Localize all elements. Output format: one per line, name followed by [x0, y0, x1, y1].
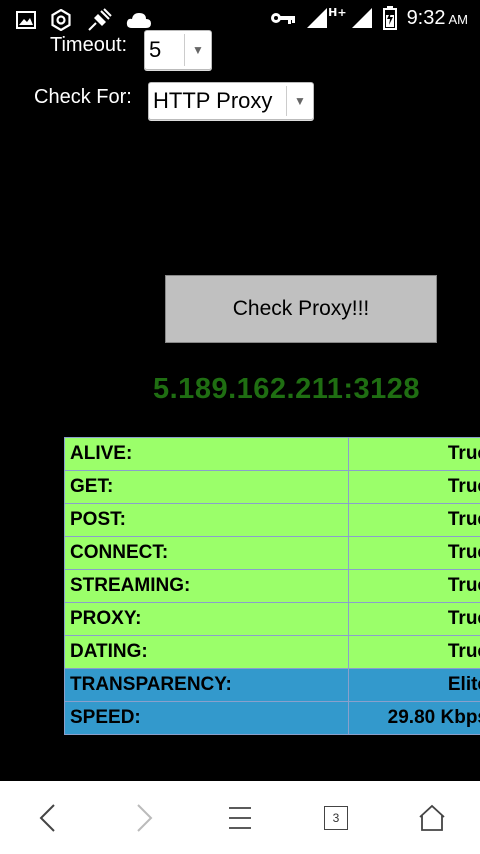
result-value: Elite [348, 668, 480, 702]
check-for-select[interactable]: HTTP Proxy ▼ [148, 82, 314, 120]
tabs-button[interactable]: 3 [306, 788, 366, 848]
check-for-label: Check For: [34, 86, 132, 108]
status-bar-left [16, 8, 152, 32]
image-icon [16, 11, 36, 29]
browser-nav-bar: 3 [0, 781, 480, 854]
result-key: GET: [64, 470, 349, 504]
signal-icon-2 [351, 8, 372, 28]
tab-count: 3 [332, 810, 340, 825]
result-row: POST:True [64, 503, 480, 537]
status-bar: H+ 9:32 AM [0, 0, 480, 38]
forward-button[interactable] [114, 788, 174, 848]
proxy-address: 5.189.162.211:3128 [153, 373, 421, 405]
result-value: True [348, 503, 480, 537]
menu-button[interactable] [210, 788, 270, 848]
result-key: ALIVE: [64, 437, 349, 471]
timeout-value: 5 [149, 37, 162, 62]
back-button[interactable] [18, 788, 78, 848]
result-row: CONNECT:True [64, 536, 480, 570]
clock-ampm: AM [448, 11, 469, 27]
clock-time: 9:32 [406, 6, 446, 29]
back-icon [39, 803, 55, 832]
key-icon [271, 13, 296, 24]
cloud-icon [126, 13, 151, 28]
settings-circle-icon [51, 9, 71, 31]
result-row: SPEED: 29.80 Kbps [64, 701, 480, 735]
result-key: PROXY: [64, 602, 349, 636]
result-value: True [348, 536, 480, 570]
forward-icon [137, 803, 153, 832]
result-row: ALIVE:True [64, 437, 480, 471]
result-key: CONNECT: [64, 536, 349, 570]
menu-icon [229, 806, 251, 829]
satellite-icon [88, 8, 112, 31]
result-key: DATING: [64, 635, 349, 669]
result-value: True [348, 602, 480, 636]
result-value: True [348, 437, 480, 471]
battery-icon [382, 6, 397, 30]
result-row: DATING:True [64, 635, 480, 669]
timeout-label: Timeout: [50, 34, 128, 56]
result-value: True [348, 635, 480, 669]
result-key: TRANSPARENCY: [64, 668, 349, 702]
result-key: POST: [64, 503, 349, 537]
result-value: True [348, 470, 480, 504]
result-key: STREAMING: [64, 569, 349, 603]
check-for-value: HTTP Proxy [153, 88, 273, 113]
clock: 9:32 AM [407, 7, 468, 30]
result-row: GET:True [64, 470, 480, 504]
home-icon [419, 804, 445, 831]
result-row: STREAMING:True [64, 569, 480, 603]
check-proxy-button[interactable]: Check Proxy!!! [165, 275, 437, 343]
network-type-icon: H+ [328, 5, 347, 19]
timeout-select[interactable]: 5 ▼ [144, 30, 212, 70]
chevron-down-icon: ▼ [184, 34, 211, 66]
tabs-icon: 3 [324, 805, 348, 830]
status-bar-right: H+ 9:32 AM [270, 6, 468, 30]
result-value: True [348, 569, 480, 603]
results-table: ALIVE:TrueGET:TruePOST:TrueCONNECT:TrueS… [64, 437, 480, 735]
chevron-down-icon: ▼ [286, 86, 313, 116]
result-value: 29.80 Kbps [348, 701, 480, 735]
result-row: PROXY:True [64, 602, 480, 636]
signal-icon [307, 8, 328, 28]
home-button[interactable] [402, 788, 462, 848]
result-row: TRANSPARENCY:Elite [64, 668, 480, 702]
result-key: SPEED: [64, 701, 349, 735]
